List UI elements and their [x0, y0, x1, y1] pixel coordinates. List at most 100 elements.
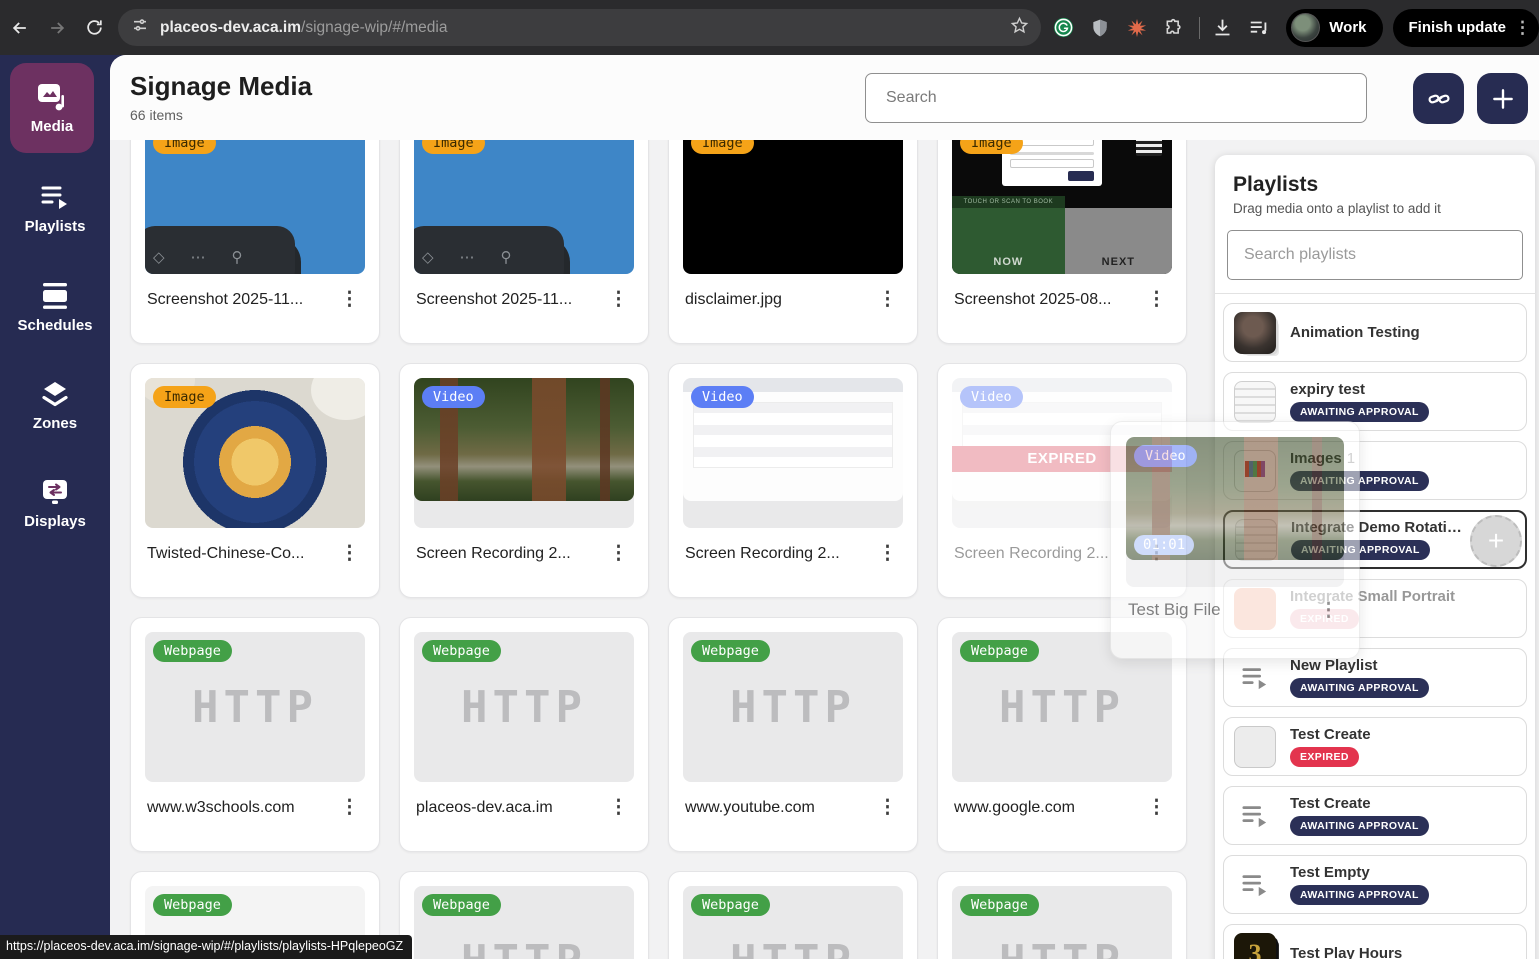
- http-placeholder: HTTP: [461, 682, 587, 733]
- sidebar-nav: Media Playlists Schedules Zones Displays: [0, 55, 110, 959]
- more-options-icon[interactable]: ⋮: [1143, 290, 1170, 309]
- media-thumbnail: Image ◇⋯⚲: [414, 124, 634, 274]
- media-card[interactable]: Image ◇⋯⚲ Screenshot 2025-11... ⋮: [130, 109, 380, 344]
- more-options-icon[interactable]: ⋮: [336, 798, 363, 817]
- media-title: Screenshot 2025-11...: [147, 291, 303, 309]
- burst-extension-icon[interactable]: [1122, 13, 1152, 43]
- playlist-icon: [1234, 864, 1276, 906]
- link-icon: [1427, 87, 1451, 111]
- media-thumbnail: Image ◇⋯⚲: [145, 124, 365, 274]
- forward-icon[interactable]: [40, 11, 74, 45]
- finish-update-button[interactable]: Finish update ⋮: [1393, 9, 1539, 47]
- app-root: placeos-dev.aca.im/signage-wip/#/media W…: [0, 0, 1539, 959]
- media-card[interactable]: Image disclaimer.jpg⋮: [668, 109, 918, 344]
- playlist-title: Animation Testing: [1290, 324, 1420, 341]
- media-queue-icon[interactable]: [1244, 13, 1274, 43]
- add-link-button[interactable]: [1413, 73, 1464, 124]
- more-options-icon[interactable]: ⋮: [605, 544, 632, 563]
- media-thumbnail: Webpage HTTP: [952, 886, 1172, 959]
- sidebar-item-zones[interactable]: Zones: [0, 380, 110, 432]
- status-badge: AWAITING APPROVAL: [1290, 678, 1429, 698]
- sidebar-item-displays[interactable]: Displays: [0, 478, 110, 530]
- media-type-badge: Webpage: [960, 894, 1039, 916]
- sidebar-label: Media: [31, 118, 74, 135]
- media-type-badge: Webpage: [153, 640, 232, 662]
- media-card[interactable]: Image Twisted-Chinese-Co... ⋮: [130, 363, 380, 598]
- more-options-icon[interactable]: ⋮: [336, 290, 363, 309]
- status-badge: AWAITING APPROVAL: [1290, 402, 1429, 422]
- media-title: Screen Recording 2...: [416, 545, 571, 563]
- plus-icon: [1490, 86, 1516, 112]
- status-bar-link-preview: https://placeos-dev.aca.im/signage-wip/#…: [0, 935, 412, 959]
- shield-extension-icon[interactable]: [1085, 13, 1115, 43]
- media-card[interactable]: Webpage HTTP placeos-dev.aca.im⋮: [399, 617, 649, 852]
- media-type-badge: Webpage: [691, 894, 770, 916]
- media-card[interactable]: Webpage HTTP ⋮: [937, 871, 1187, 959]
- media-type-badge: Webpage: [691, 640, 770, 662]
- media-card[interactable]: Image TOUCH OR SCAN TO BOOKNOW NEXT Scre…: [937, 109, 1187, 344]
- search-input[interactable]: [865, 73, 1367, 123]
- playlist-thumbnail: [1234, 381, 1276, 423]
- more-options-icon[interactable]: ⋮: [874, 290, 901, 309]
- playlist-thumbnail: [1234, 312, 1276, 354]
- media-card[interactable]: Image ◇⋯⚲ Screenshot 2025-11...⋮: [399, 109, 649, 344]
- thumbnail-detail: ◇⋯⚲: [414, 226, 564, 274]
- http-placeholder: HTTP: [999, 936, 1125, 959]
- more-options-icon[interactable]: ⋮: [336, 544, 363, 563]
- more-options-icon[interactable]: ⋮: [605, 798, 632, 817]
- sidebar-item-schedules[interactable]: Schedules: [0, 282, 110, 334]
- playlist-icon: [1234, 657, 1276, 699]
- media-card[interactable]: Webpage HTTP www.youtube.com⋮: [668, 617, 918, 852]
- media-card[interactable]: Video Screen Recording 2...⋮: [399, 363, 649, 598]
- media-thumbnail: Webpage HTTP: [683, 632, 903, 782]
- extensions-puzzle-icon[interactable]: [1159, 13, 1189, 43]
- downloads-icon[interactable]: [1207, 13, 1237, 43]
- reload-icon[interactable]: [77, 11, 111, 45]
- media-card[interactable]: Webpage HTTP www.w3schools.com⋮: [130, 617, 380, 852]
- playlist-title: Test Empty: [1290, 864, 1429, 881]
- site-settings-icon[interactable]: [132, 17, 148, 38]
- bookmark-star-icon[interactable]: [1010, 16, 1029, 40]
- media-card[interactable]: Webpage HTTP ⋮: [668, 871, 918, 959]
- playlist-row[interactable]: Test Create EXPIRED: [1223, 717, 1527, 776]
- drag-ghost-title: Test Big File: [1128, 600, 1221, 620]
- media-thumbnail: Video: [683, 378, 903, 528]
- media-card[interactable]: Webpage HTTP ⋮: [399, 871, 649, 959]
- sidebar-item-media[interactable]: Media: [10, 63, 94, 153]
- more-options-icon[interactable]: ⋮: [605, 290, 632, 309]
- playlist-icon: [1234, 795, 1276, 837]
- media-thumbnail: Image: [145, 378, 365, 528]
- playlist-row[interactable]: Animation Testing: [1223, 303, 1527, 362]
- grammarly-extension-icon[interactable]: [1048, 13, 1078, 43]
- playlist-row[interactable]: Test Empty AWAITING APPROVAL: [1223, 855, 1527, 914]
- add-media-button[interactable]: [1477, 73, 1528, 124]
- chrome-menu-icon[interactable]: ⋮: [1514, 18, 1531, 38]
- sidebar-item-playlists[interactable]: Playlists: [0, 183, 110, 235]
- media-type-badge: Image: [153, 386, 216, 408]
- status-badge: AWAITING APPROVAL: [1290, 816, 1429, 836]
- playlist-row[interactable]: 3 Test Play Hours: [1223, 924, 1527, 959]
- toolbar-divider: [1199, 17, 1200, 39]
- playlist-title: Test Create: [1290, 726, 1371, 743]
- media-type-badge: Webpage: [153, 894, 232, 916]
- drag-ghost-card: Video 01:01 Test Big File ⋮: [1110, 421, 1360, 659]
- playlist-row[interactable]: Test Create AWAITING APPROVAL: [1223, 786, 1527, 845]
- http-placeholder: HTTP: [192, 682, 318, 733]
- back-icon[interactable]: [3, 11, 37, 45]
- playlist-title: Test Play Hours: [1290, 945, 1402, 959]
- sidebar-label: Zones: [33, 415, 77, 432]
- media-card[interactable]: Video Screen Recording 2...⋮: [668, 363, 918, 598]
- profile-button[interactable]: Work: [1286, 9, 1382, 47]
- media-type-badge: Webpage: [960, 640, 1039, 662]
- more-options-icon[interactable]: ⋮: [874, 544, 901, 563]
- more-options-icon[interactable]: ⋮: [1143, 798, 1170, 817]
- search-playlists-input[interactable]: [1227, 230, 1523, 280]
- media-thumbnail: Image: [683, 124, 903, 274]
- media-grid: Image ◇⋯⚲ Screenshot 2025-11... ⋮ Image ◇…: [130, 109, 1186, 959]
- playlist-title: Test Create: [1290, 795, 1429, 812]
- sidebar-label: Displays: [24, 513, 86, 530]
- more-options-icon[interactable]: ⋮: [874, 798, 901, 817]
- media-title: Twisted-Chinese-Co...: [147, 545, 304, 563]
- playlists-icon: [39, 183, 71, 211]
- address-bar[interactable]: placeos-dev.aca.im/signage-wip/#/media: [118, 9, 1041, 46]
